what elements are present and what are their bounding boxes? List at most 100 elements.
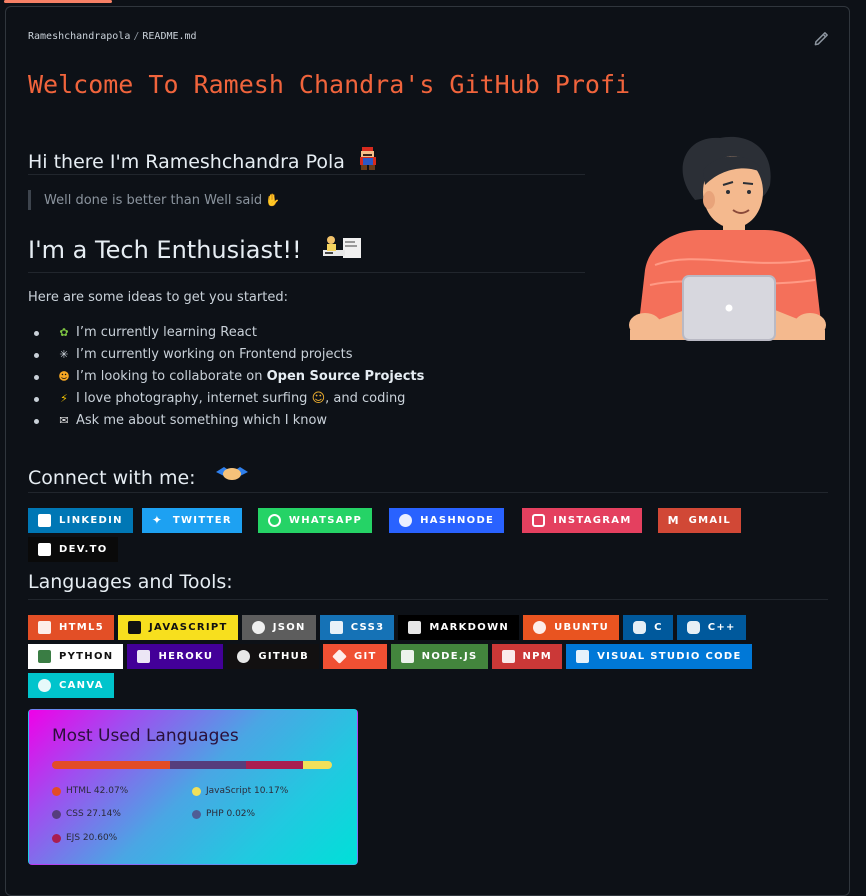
html5-icon [38, 621, 51, 634]
flexed-biceps-icon: ✋ [265, 193, 280, 207]
badge-label: GIT [354, 651, 377, 662]
canva-badge[interactable]: CANVA [28, 673, 114, 698]
badge-label: UBUNTU [554, 622, 609, 633]
breadcrumb-owner-link[interactable]: Rameshchandrapola [28, 31, 130, 42]
git-badge[interactable]: GIT [323, 644, 387, 669]
c-icon [633, 621, 646, 634]
linkedin-badge[interactable]: LINKEDIN [28, 508, 133, 533]
badge-label: DEV.TO [59, 544, 108, 555]
github-icon [237, 650, 250, 663]
python-icon [38, 650, 51, 663]
breadcrumb: Rameshchandrapola/README.md [28, 31, 197, 42]
legend-item-ejs: EJS 20.60% [52, 833, 117, 843]
json-icon [252, 621, 265, 634]
instagram-badge[interactable]: INSTAGRAM [522, 508, 641, 533]
markdown-icon [408, 621, 421, 634]
css3-badge[interactable]: CSS3 [320, 615, 395, 640]
mario-icon [357, 146, 379, 172]
legend-item-css: CSS 27.14% [52, 809, 121, 819]
nodejs-badge[interactable]: NODE.JS [391, 644, 488, 669]
pencil-edit-icon[interactable] [812, 30, 830, 48]
legend-dot [192, 810, 201, 819]
breadcrumb-separator: / [133, 31, 139, 42]
telescope-icon: ✳ [56, 344, 72, 366]
tools-heading: Languages and Tools: [28, 571, 233, 593]
list-item-text: I’m currently working on Frontend projec… [76, 347, 353, 362]
python-badge[interactable]: PYTHON [28, 644, 123, 669]
canva-icon [38, 679, 51, 692]
ubuntu-badge[interactable]: UBUNTU [523, 615, 619, 640]
legend-dot [52, 787, 61, 796]
badge-label: JAVASCRIPT [149, 622, 228, 633]
handshake-icon [214, 464, 250, 486]
instagram-icon [532, 514, 545, 527]
linkedin-icon [38, 514, 51, 527]
javascript-badge[interactable]: JAVASCRIPT [118, 615, 238, 640]
badge-label: NPM [523, 651, 553, 662]
heroku-badge[interactable]: HEROKU [127, 644, 223, 669]
list-item-text: , and coding [325, 391, 405, 406]
github-badge[interactable]: GITHUB [227, 644, 319, 669]
legend-item-html: HTML 42.07% [52, 786, 128, 796]
list-item: ⚡I love photography, internet surfing ☺,… [56, 388, 424, 410]
badge-label: GITHUB [258, 651, 309, 662]
divider [28, 272, 585, 273]
ideas-list: ✿ I’m currently learning React ✳ I’m curre… [56, 322, 424, 432]
active-tab-indicator [4, 0, 112, 3]
badge-label: LINKEDIN [59, 515, 123, 526]
whatsapp-icon [268, 514, 281, 527]
ubuntu-icon [533, 621, 546, 634]
blockquote: Well done is better than Well said✋ [28, 190, 280, 210]
list-item-text: I’m looking to collaborate on [76, 369, 267, 384]
twitter-badge[interactable]: ✦TWITTER [142, 508, 242, 533]
tech-heading: I'm a Tech Enthusiast!! [28, 234, 363, 264]
twitter-icon: ✦ [152, 514, 165, 527]
devto-icon [38, 543, 51, 556]
gmail-badge[interactable]: MGMAIL [658, 508, 742, 533]
list-item: ✿ I’m currently learning React [56, 322, 424, 344]
developer-with-laptop-illustration [625, 130, 830, 345]
css3-icon [330, 621, 343, 634]
tool-badges: HTML5 JAVASCRIPT JSON CSS3 MARKDOWN UBUN… [28, 615, 828, 702]
markdown-badge[interactable]: MARKDOWN [398, 615, 519, 640]
legend-label: CSS 27.14% [66, 809, 121, 819]
badge-label: MARKDOWN [429, 622, 509, 633]
legend-label: EJS 20.60% [66, 833, 117, 843]
progress-segment-javascript [303, 761, 331, 769]
c-badge[interactable]: C [623, 615, 673, 640]
whatsapp-badge[interactable]: WHATSAPP [258, 508, 372, 533]
connect-heading-text: Connect with me: [28, 467, 196, 489]
json-badge[interactable]: JSON [242, 615, 316, 640]
list-item: ✳ I’m currently working on Frontend proje… [56, 344, 424, 366]
list-item-text: I’m currently learning React [76, 325, 257, 340]
hashnode-badge[interactable]: HASHNODE [389, 508, 504, 533]
legend-label: PHP 0.02% [206, 809, 255, 819]
progress-segment-ejs [246, 761, 304, 769]
list-item: ✉Ask me about something which I know [56, 410, 424, 432]
npm-icon [502, 650, 515, 663]
badge-label: C [654, 622, 663, 633]
tech-heading-text: I'm a Tech Enthusiast!! [28, 236, 302, 264]
card-title: Most Used Languages [52, 726, 239, 746]
badge-label: HTML5 [59, 622, 104, 633]
legend-dot [52, 810, 61, 819]
npm-badge[interactable]: NPM [492, 644, 563, 669]
badge-label: C++ [708, 622, 736, 633]
cplusplus-badge[interactable]: C++ [677, 615, 746, 640]
javascript-icon [128, 621, 141, 634]
vscode-badge[interactable]: VISUAL STUDIO CODE [566, 644, 752, 669]
divider [28, 492, 828, 493]
developer-at-desk-icon [321, 234, 363, 260]
people-holding-hands-icon: ☻ [56, 366, 72, 388]
greeting-text: Hi there I'm Rameshchandra Pola [28, 151, 345, 173]
heroku-icon [137, 650, 150, 663]
seedling-icon: ✿ [56, 322, 72, 344]
badge-label: NODE.JS [422, 651, 478, 662]
list-item-text: I love photography, internet surfing [76, 391, 312, 406]
legend-label: HTML 42.07% [66, 786, 128, 796]
badge-label: HEROKU [158, 651, 213, 662]
devto-badge[interactable]: DEV.TO [28, 537, 118, 562]
breadcrumb-file: README.md [142, 31, 196, 42]
badge-label: CANVA [59, 680, 104, 691]
html5-badge[interactable]: HTML5 [28, 615, 114, 640]
